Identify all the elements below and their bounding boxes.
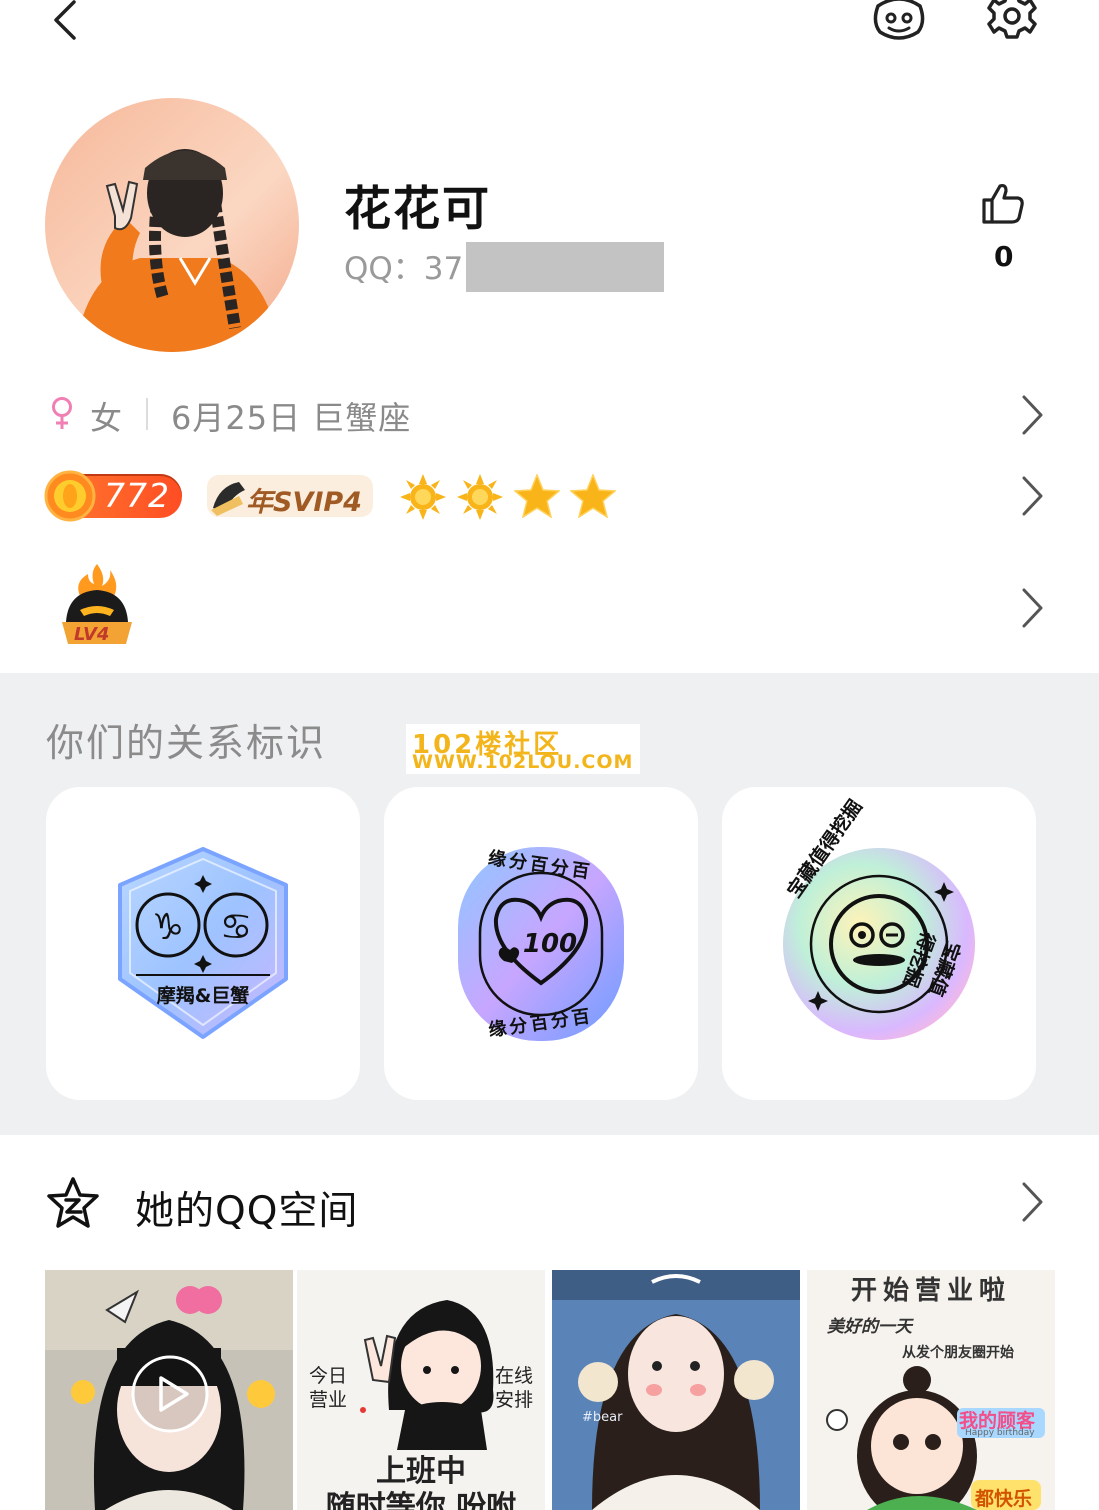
photo2-left-1: 今日 xyxy=(309,1365,348,1387)
photo2-right-2: 安排 xyxy=(495,1389,534,1411)
photo2-right-1: 在线 xyxy=(495,1365,534,1387)
svip-crown-icon xyxy=(211,482,245,516)
photo3-tag: #bear xyxy=(582,1410,623,1425)
qq-number-redaction xyxy=(466,242,664,292)
watermark-line2: WWW.102LOU.COM xyxy=(412,751,634,773)
qq-number: QQ：37 xyxy=(344,251,464,287)
photo4-line1: 美好的一天 xyxy=(827,1317,912,1337)
capricorn-cancer-badge-icon: ♑ ♋ xyxy=(118,847,288,1039)
heart-100-badge-icon: 100 xyxy=(458,847,624,1041)
divider xyxy=(146,398,148,430)
gold-coin-icon xyxy=(44,470,96,522)
female-icon xyxy=(52,397,72,429)
relationship-title: 你们的关系标识 xyxy=(46,721,327,765)
sun-icon xyxy=(457,474,503,520)
photo4-stamp-sub: Happy birthday xyxy=(965,1428,1035,1438)
star-icon xyxy=(570,474,616,518)
photo2-left-2: 营业 xyxy=(309,1389,348,1411)
like-count: 0 xyxy=(994,240,1014,273)
qzone-photo-cartoon[interactable]: 今日 营业 在线 安排 上班中 随时等你 吩咐 xyxy=(297,1270,545,1510)
thumbs-up-icon[interactable] xyxy=(980,180,1026,226)
photo2-bottom-2: 随时等你 吩咐 xyxy=(325,1490,517,1510)
qzone-photo-selfie[interactable]: #bear xyxy=(552,1270,800,1510)
zodiac-badge-text: 摩羯&巨蟹 xyxy=(156,985,250,1007)
relationship-card-treasure[interactable]: 宝藏值得挖掘 宝藏值得挖掘 xyxy=(722,787,1036,1100)
qzone-title: 她的QQ空间 xyxy=(135,1189,359,1234)
chevron-right-icon[interactable] xyxy=(1019,394,1045,436)
svg-text:♑: ♑ xyxy=(152,907,184,948)
back-arrow-icon[interactable] xyxy=(48,0,88,40)
photo4-line2: 从发个朋友圈开始 xyxy=(902,1345,1014,1361)
treasure-face-badge-icon xyxy=(783,848,975,1040)
avatar[interactable] xyxy=(45,98,299,352)
gear-icon[interactable] xyxy=(985,0,1039,40)
nickname: 花花可 xyxy=(344,182,491,237)
qzone-star-icon[interactable] xyxy=(46,1176,100,1230)
qzone-photo-greeting[interactable]: 开始营业啦 美好的一天 从发个朋友圈开始 我的顾客 Happy birthday… xyxy=(807,1270,1055,1510)
chevron-right-icon[interactable] xyxy=(1019,587,1045,629)
lv4-label: LV4 xyxy=(74,624,110,645)
svip-label: 年SVIP4 xyxy=(246,487,362,518)
chevron-right-icon[interactable] xyxy=(1019,1181,1045,1223)
svg-text:♋: ♋ xyxy=(220,907,252,948)
play-icon[interactable] xyxy=(130,1354,210,1434)
level-number: 772 xyxy=(104,476,170,515)
photo4-bottom: 都快乐 xyxy=(975,1488,1033,1510)
chevron-right-icon[interactable] xyxy=(1019,475,1045,517)
photo4-title: 开始营业啦 xyxy=(850,1276,1011,1306)
badge-number: 100 xyxy=(523,929,577,959)
star-icon xyxy=(514,474,560,518)
gender-text: 女 xyxy=(90,399,123,437)
relationship-card-match[interactable]: 100 缘分百分百 缘分百分百 xyxy=(384,787,698,1100)
qzone-photo-video[interactable] xyxy=(45,1270,293,1510)
qq-penguin-face-icon[interactable] xyxy=(872,0,926,40)
sun-icon xyxy=(400,474,446,520)
relationship-card-zodiac[interactable]: ♑ ♋ 摩羯&巨蟹 xyxy=(46,787,360,1100)
birthday-text: 6月25日 巨蟹座 xyxy=(171,399,412,437)
